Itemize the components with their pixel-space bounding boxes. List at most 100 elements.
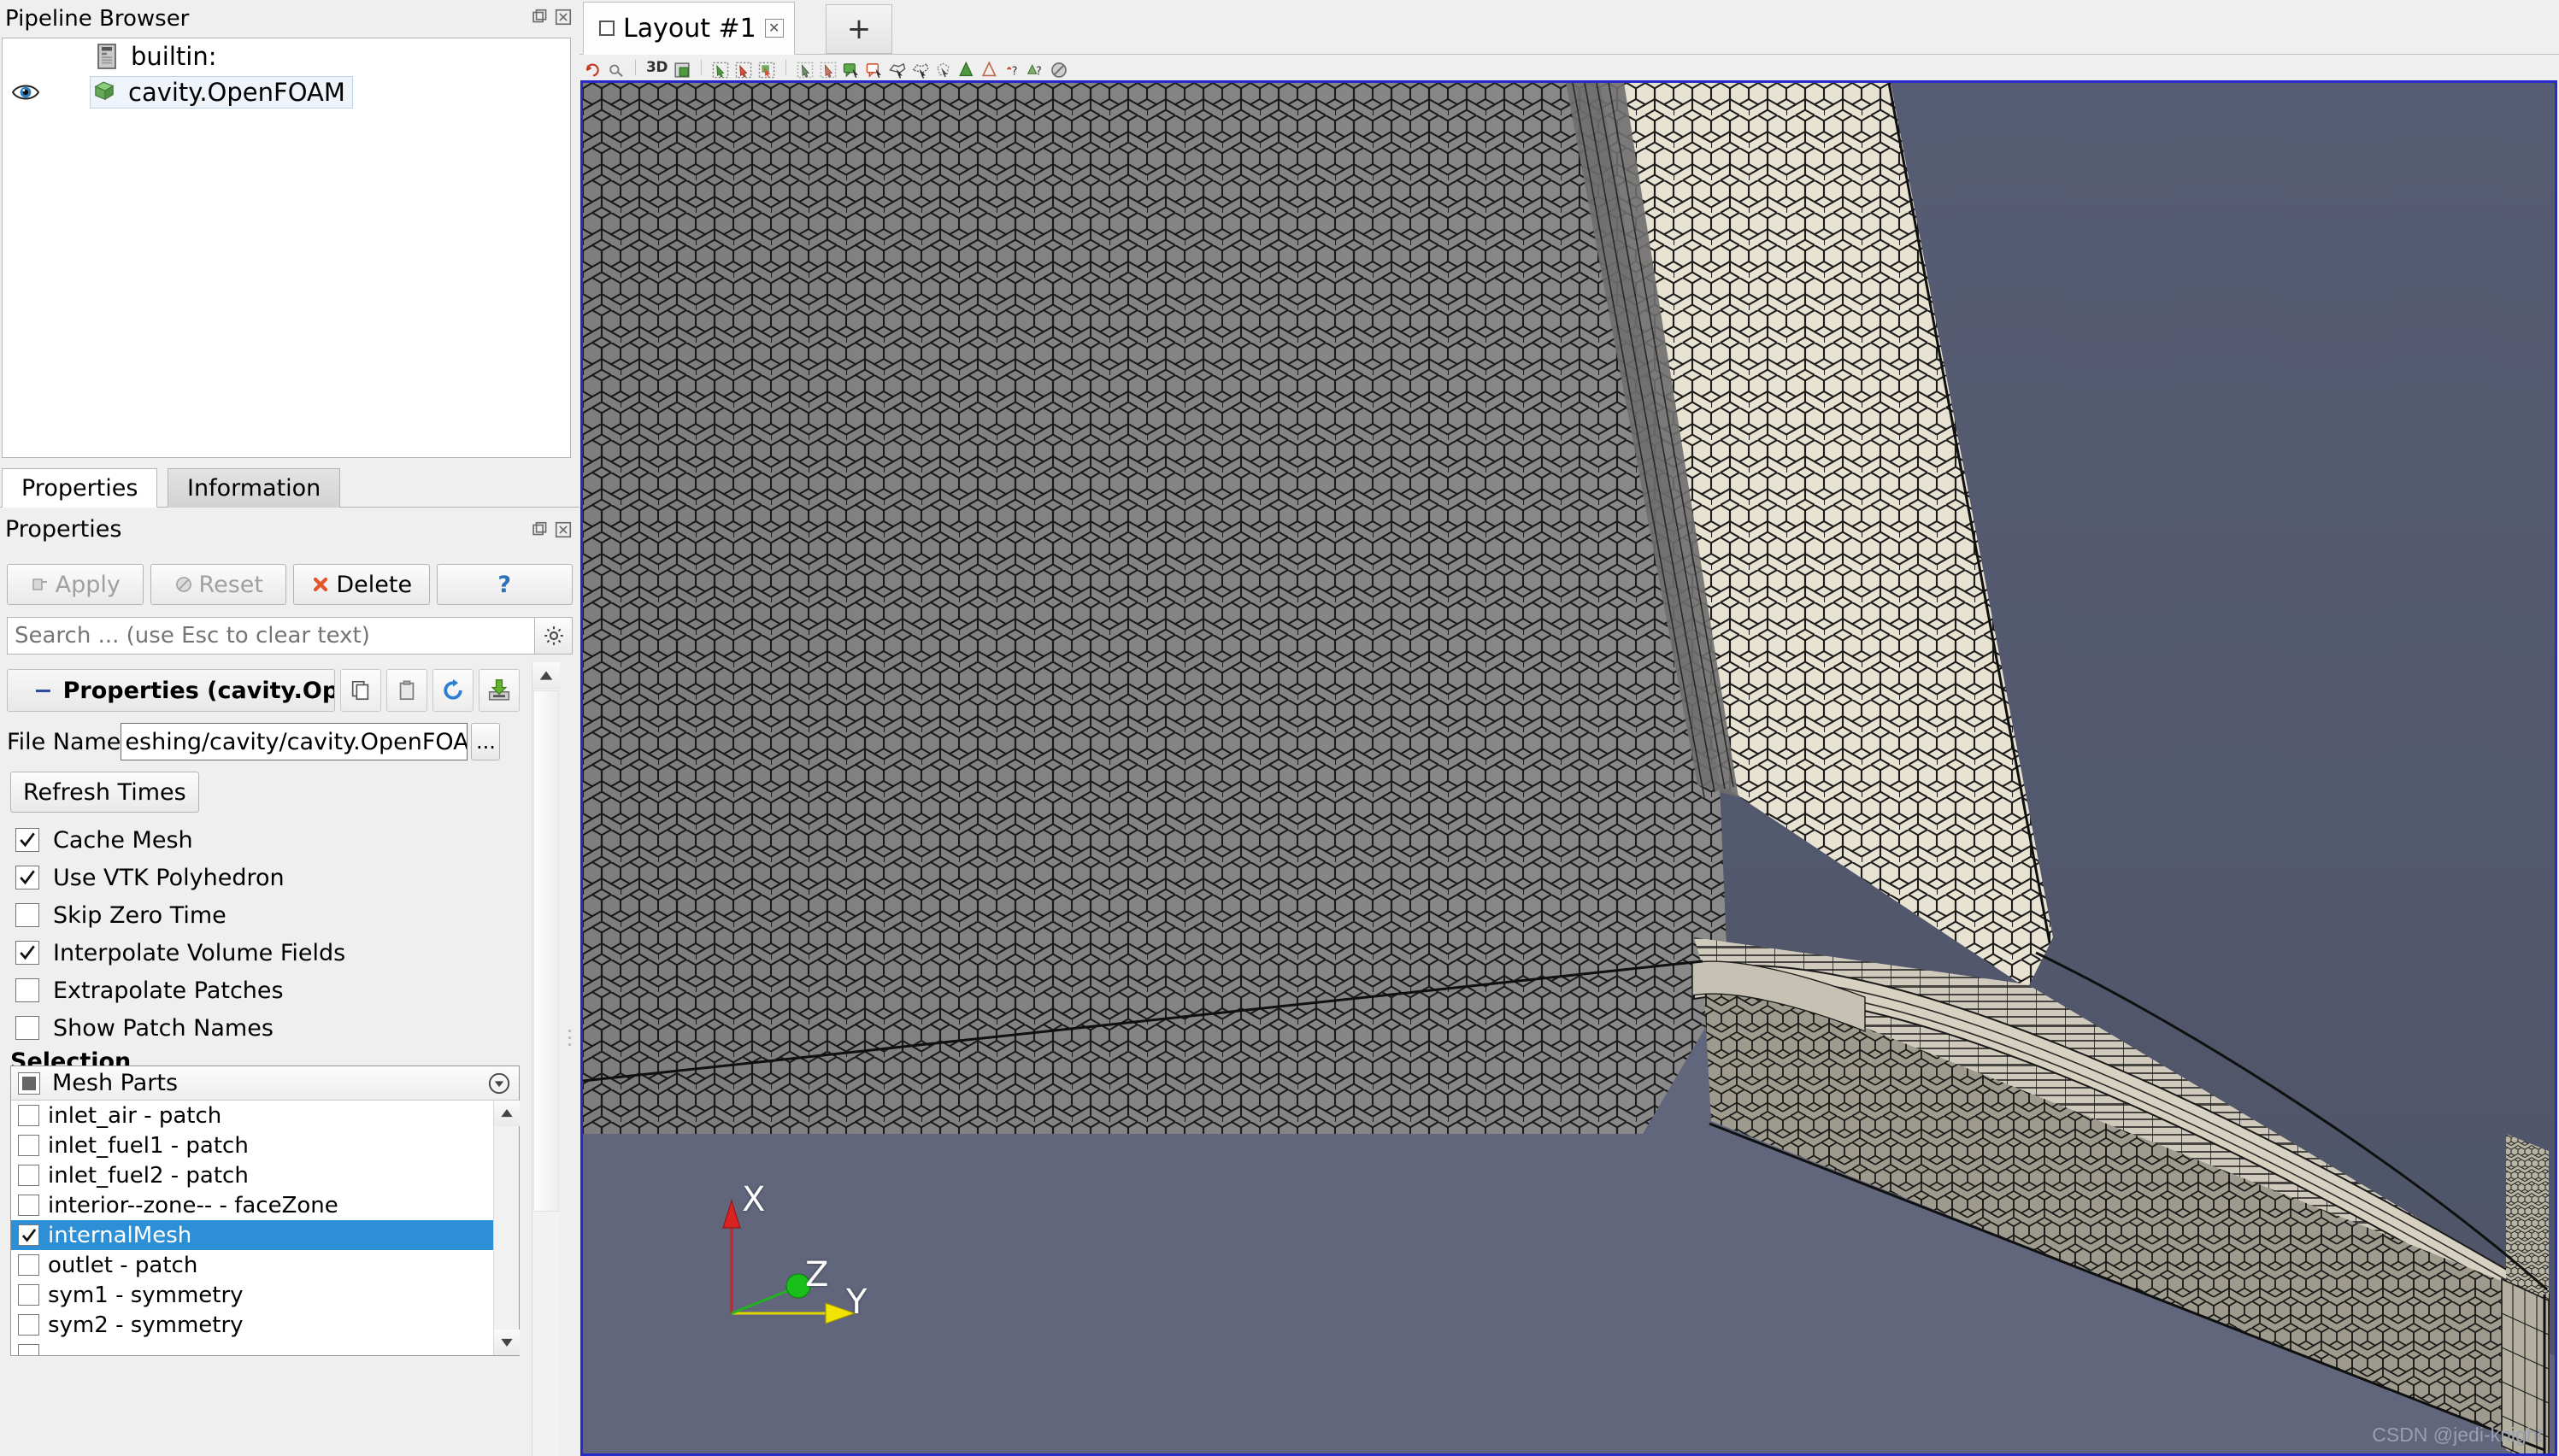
mesh-parts-scrollbar[interactable] <box>493 1101 520 1355</box>
pipeline-item-selected-wrapper[interactable]: cavity.OpenFOAM <box>90 76 353 109</box>
search-input[interactable] <box>7 617 535 655</box>
list-item-label: inlet_air - patch <box>48 1102 222 1129</box>
camera-undo-icon[interactable] <box>585 59 602 77</box>
list-item[interactable]: inlet_air - patch <box>11 1101 493 1130</box>
axis-label-z: Z <box>805 1255 829 1295</box>
delete-button[interactable]: Delete <box>293 564 430 605</box>
list-item[interactable]: sym1 - symmetry <box>11 1280 493 1310</box>
list-item[interactable]: outlet - patch <box>11 1250 493 1280</box>
close-icon[interactable]: ✕ <box>764 19 784 38</box>
properties-group-toggle[interactable]: − Properties (cavity.Open <box>7 669 335 712</box>
checkbox-box <box>18 1135 39 1156</box>
select-cells-polygon-icon[interactable] <box>935 59 952 78</box>
file-name-row: File Name eshing/cavity/cavity.OpenFOAM … <box>7 722 520 761</box>
mesh-parts-list[interactable]: inlet_air - patch inlet_fuel1 - patch in… <box>11 1101 493 1355</box>
2d-3d-toggle-icon[interactable] <box>674 59 691 78</box>
select-points-surface-icon[interactable] <box>735 59 752 79</box>
list-item-label: interior--zone-- - faceZone <box>48 1192 338 1218</box>
mesh-parts-list-widget[interactable]: Mesh Parts inlet_air - patch inlet_fuel1 <box>10 1066 520 1356</box>
splitter-dots-icon <box>568 1030 571 1050</box>
scroll-up-arrow-icon[interactable] <box>494 1101 520 1126</box>
mesh-parts-header-label: Mesh Parts <box>52 1070 179 1096</box>
checkbox-label: Interpolate Volume Fields <box>53 939 346 966</box>
list-item[interactable]: inlet_fuel2 - patch <box>11 1160 493 1190</box>
checkbox-use-vtk-polyhedron[interactable]: Use VTK Polyhedron <box>15 859 285 896</box>
visibility-eye-icon[interactable] <box>11 81 40 103</box>
list-item[interactable]: sym2 - symmetry <box>11 1310 493 1340</box>
mesh-parts-header[interactable]: Mesh Parts <box>11 1066 519 1101</box>
close-icon[interactable] <box>554 520 573 539</box>
checkbox-box <box>15 978 39 1002</box>
restore-defaults-icon[interactable] <box>432 669 474 712</box>
pipeline-browser[interactable]: builtin: cavity.OpenFOAM <box>2 38 571 458</box>
help-frustum-icon[interactable]: ? <box>1027 59 1044 79</box>
refresh-times-button[interactable]: Refresh Times <box>10 772 199 813</box>
checkbox-box <box>18 1105 39 1126</box>
pipeline-browser-title-bar: Pipeline Browser <box>0 0 579 38</box>
select-cells-frustum-icon[interactable] <box>981 59 998 77</box>
clear-selection-icon[interactable] <box>1050 59 1068 78</box>
left-dock-column: Pipeline Browser builtin: cavity.OpenFOA… <box>0 0 579 1456</box>
hover-points-icon[interactable] <box>912 59 929 79</box>
checkbox-box <box>18 1254 39 1276</box>
file-browse-button[interactable]: ... <box>471 723 501 760</box>
scroll-up-arrow-icon[interactable] <box>532 662 560 690</box>
hover-cells-icon[interactable] <box>889 59 906 79</box>
advanced-properties-gear-icon[interactable] <box>535 617 573 655</box>
help-button[interactable]: ? <box>436 564 573 605</box>
file-name-label: File Name <box>7 728 121 755</box>
checkbox-interpolate-volume-fields[interactable]: Interpolate Volume Fields <box>15 934 345 972</box>
checkbox-extrapolate-patches[interactable]: Extrapolate Patches <box>15 972 284 1009</box>
save-defaults-icon[interactable] <box>479 669 520 712</box>
properties-scrollbar[interactable] <box>532 662 560 1456</box>
reset-button[interactable]: Reset <box>150 564 286 605</box>
list-item[interactable]: interior--zone-- - faceZone <box>11 1190 493 1220</box>
select-cells-through-icon[interactable] <box>758 59 775 79</box>
view-mode-3d-label[interactable]: 3D <box>646 59 668 76</box>
new-layout-tab-button[interactable]: + <box>826 4 892 54</box>
checkbox-show-patch-names[interactable]: Show Patch Names <box>15 1009 274 1047</box>
scrollbar-thumb[interactable] <box>533 690 559 1212</box>
help-label: ? <box>497 571 512 598</box>
orientation-axes-widget[interactable]: X Y Z <box>713 1180 901 1346</box>
tab-information[interactable]: Information <box>168 468 341 508</box>
checkbox-box <box>15 941 39 965</box>
render-view[interactable]: X Y Z CSDN @jedi-knight <box>580 80 2557 1456</box>
checkbox-box-partial[interactable] <box>18 1071 40 1095</box>
list-item-label: inlet_fuel1 - patch <box>48 1132 249 1159</box>
pipeline-item-cavity-openfoam[interactable]: cavity.OpenFOAM <box>3 74 570 110</box>
axis-label-y: Y <box>846 1283 868 1322</box>
toolbar-separator <box>700 60 702 75</box>
checkbox-cache-mesh[interactable]: Cache Mesh <box>15 821 193 859</box>
list-item[interactable]: inlet_fuel1 - patch <box>11 1130 493 1160</box>
checkbox-label: Cache Mesh <box>53 826 193 854</box>
list-item-internalmesh[interactable]: internalMesh <box>11 1220 493 1250</box>
pipeline-item-builtin[interactable]: builtin: <box>3 38 570 74</box>
interactive-select-points-icon[interactable] <box>866 59 883 78</box>
select-block-icon[interactable] <box>820 59 837 79</box>
refresh-times-label: Refresh Times <box>23 778 186 806</box>
copy-icon[interactable] <box>340 669 381 712</box>
file-name-input[interactable]: eshing/cavity/cavity.OpenFOAM <box>121 723 468 760</box>
select-cells-surface-icon[interactable] <box>712 59 729 79</box>
checkbox-box <box>18 1314 39 1336</box>
select-points-through-icon[interactable] <box>797 59 814 79</box>
apply-button[interactable]: Apply <box>7 564 144 605</box>
interactive-select-cells-icon[interactable] <box>843 59 860 78</box>
checkbox-skip-zero-time[interactable]: Skip Zero Time <box>15 896 226 934</box>
tab-layout-1[interactable]: Layout #1 ✕ <box>583 2 795 55</box>
properties-group-label: Properties (cavity.Open <box>62 677 334 704</box>
properties-scroll-area: − Properties (cavity.Open <box>0 662 579 1456</box>
paste-icon[interactable] <box>386 669 427 712</box>
camera-redo-icon[interactable] <box>608 59 625 77</box>
tab-properties[interactable]: Properties <box>2 468 158 508</box>
select-points-frustum-icon[interactable] <box>958 59 975 77</box>
panel-splitter-handle[interactable] <box>561 662 579 1456</box>
list-item[interactable] <box>11 1340 493 1355</box>
close-icon[interactable] <box>554 8 573 26</box>
help-selection-icon[interactable]: ? <box>1004 59 1021 79</box>
float-icon[interactable] <box>530 8 549 26</box>
float-icon[interactable] <box>530 520 549 539</box>
chevron-down-icon[interactable] <box>488 1072 510 1095</box>
scroll-down-arrow-icon[interactable] <box>494 1330 520 1355</box>
